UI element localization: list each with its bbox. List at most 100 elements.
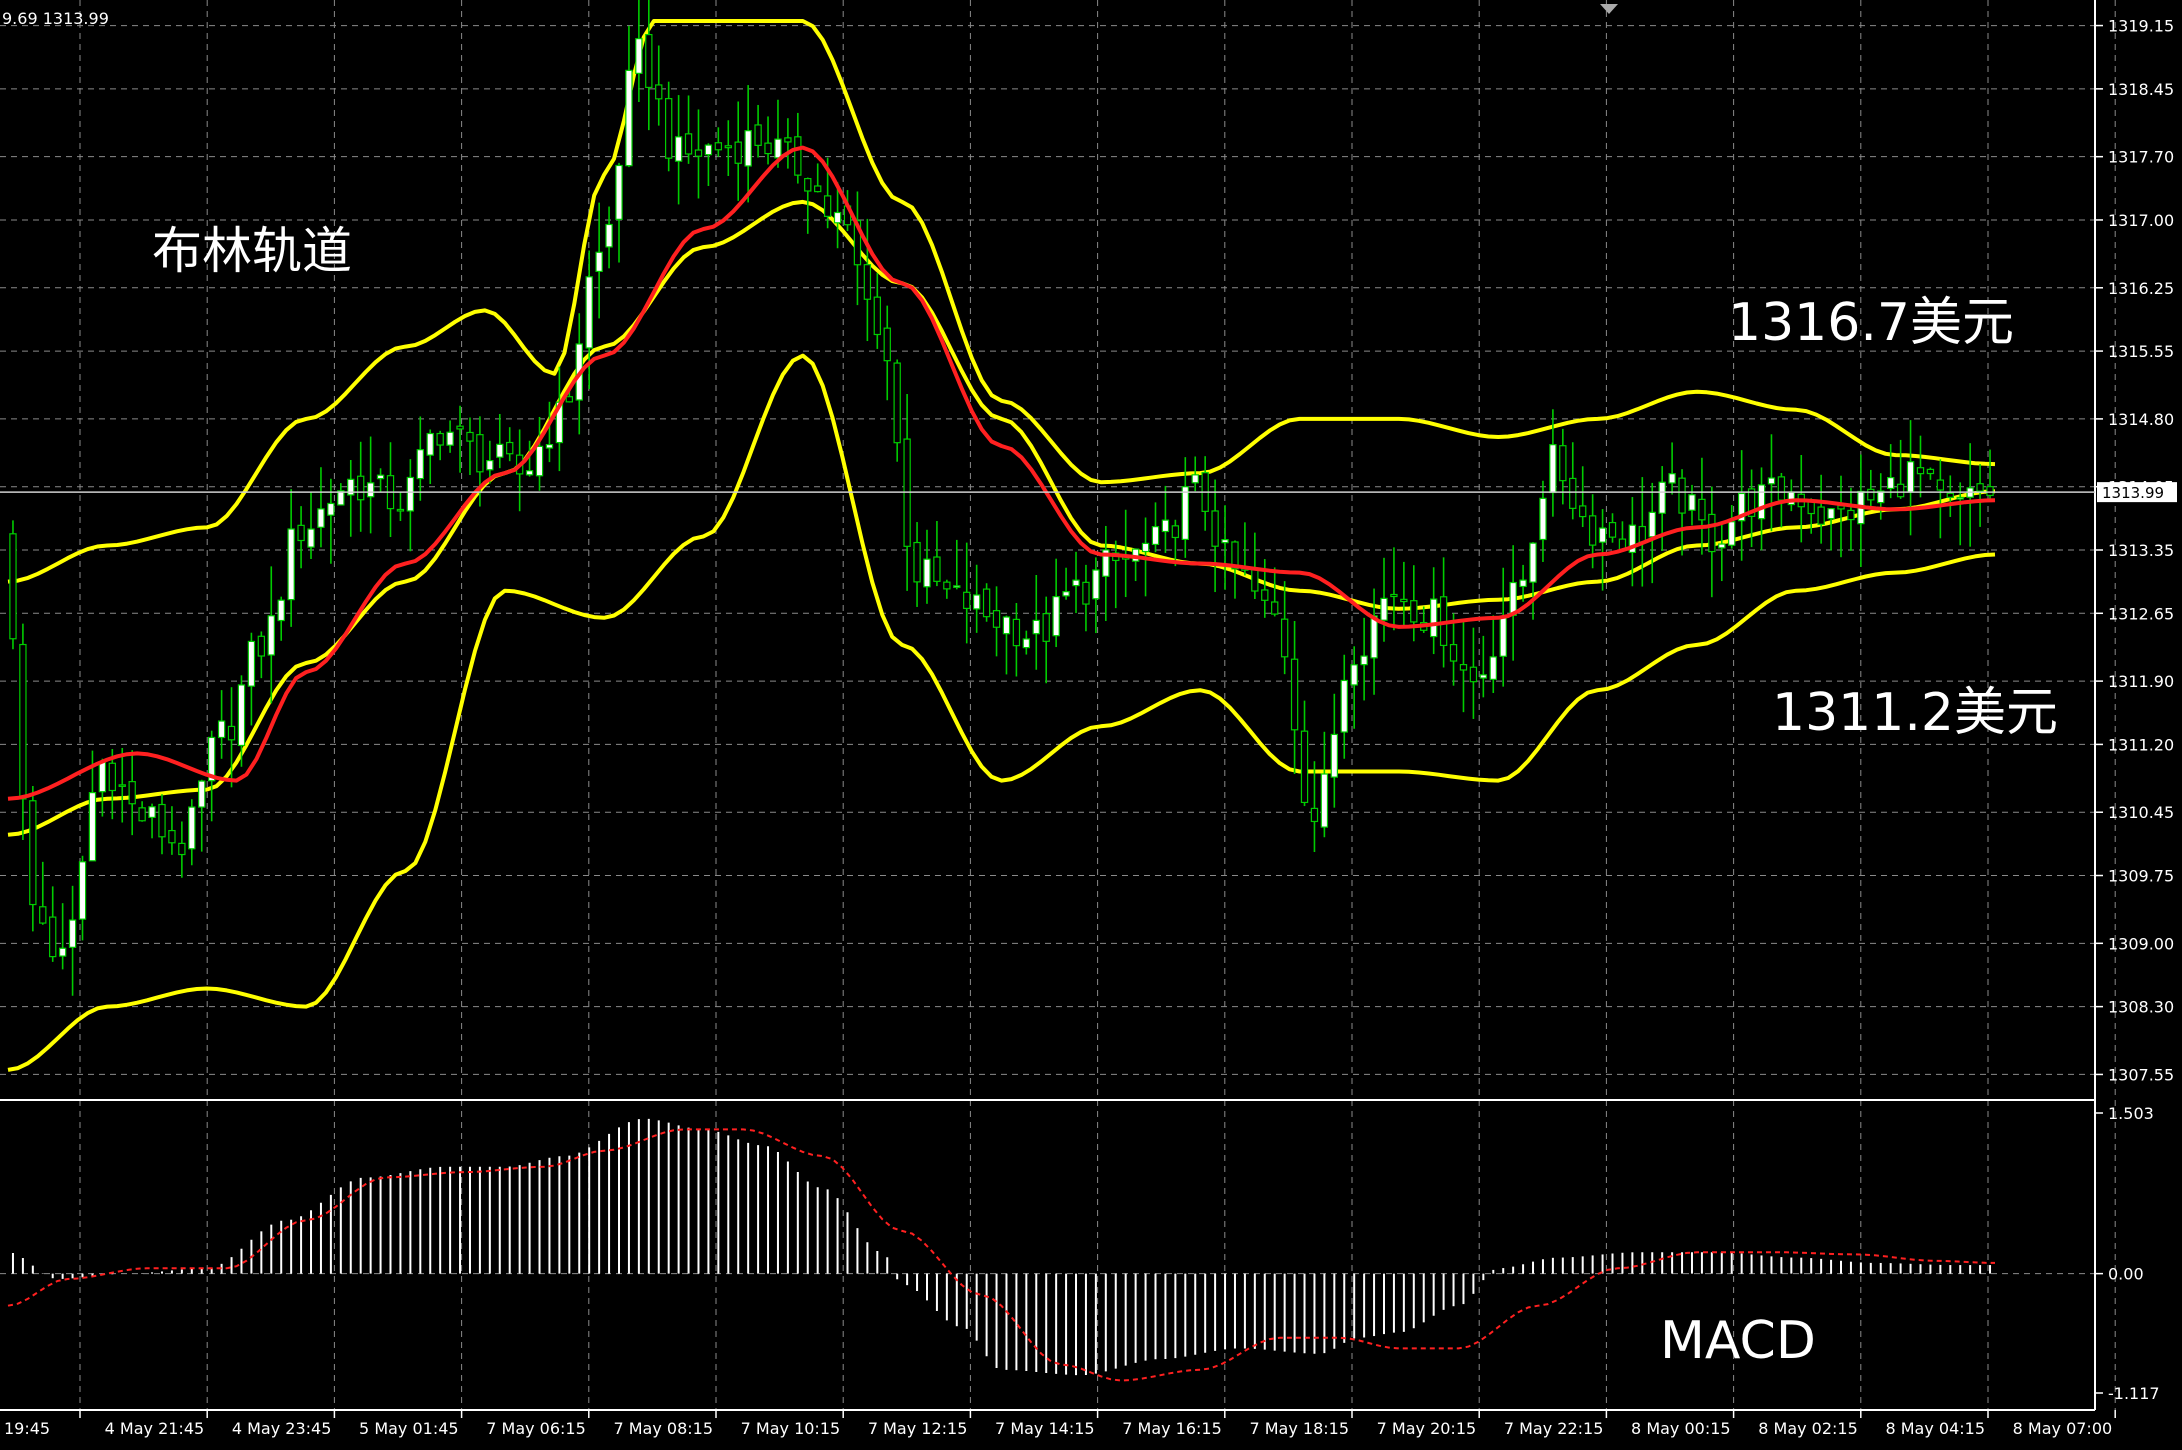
candle-body <box>1549 444 1557 494</box>
candle-body <box>506 441 514 455</box>
macd-tick-label: 0.00 <box>2108 1265 2144 1284</box>
candle-body <box>1946 492 1954 498</box>
time-tick-label: 7 May 14:15 <box>995 1419 1095 1438</box>
candle-body <box>1976 483 1984 492</box>
price-tick-label: 1311.90 <box>2108 672 2174 691</box>
candle-body <box>794 136 802 176</box>
candle-body <box>893 362 901 444</box>
candle-body <box>9 533 17 640</box>
candle-body <box>1330 733 1339 778</box>
time-tick-label: 7 May 10:15 <box>741 1419 841 1438</box>
candle-body <box>585 276 593 349</box>
candle-body <box>267 615 275 656</box>
candle-body <box>1926 468 1935 475</box>
price-tick-label: 1307.55 <box>2108 1065 2174 1084</box>
candle-body <box>436 432 444 446</box>
candle-body <box>247 640 256 687</box>
candle-body <box>198 780 206 808</box>
candle-body <box>674 136 683 162</box>
candle-body <box>1916 467 1925 475</box>
time-tick-label: 7 May 08:15 <box>613 1419 713 1438</box>
candle-body <box>1579 505 1587 518</box>
candle-body <box>138 807 146 822</box>
candle-body <box>1847 509 1855 521</box>
candle-body <box>635 38 643 74</box>
candle-body <box>913 541 921 583</box>
candle-body <box>863 264 872 300</box>
candle-body <box>1410 600 1418 623</box>
candle-body <box>108 762 116 792</box>
candle-body <box>923 558 931 588</box>
candle-body <box>1688 494 1696 511</box>
candle-body <box>655 84 663 100</box>
candle-body <box>963 591 971 610</box>
candle-body <box>1757 484 1766 520</box>
candle-body <box>1698 498 1706 521</box>
candle-body <box>1449 644 1458 662</box>
candle-body <box>476 434 484 473</box>
candle-body <box>784 137 792 143</box>
candle-body <box>1896 483 1905 498</box>
candle-body <box>1340 679 1348 733</box>
candle-body <box>1052 596 1060 637</box>
candle-body <box>287 528 295 601</box>
candle-body <box>337 490 345 506</box>
candle-body <box>227 725 236 741</box>
candle-body <box>754 124 762 146</box>
candle-body <box>774 138 782 159</box>
macd-tick-label: -1.117 <box>2108 1384 2160 1403</box>
candle-body <box>446 431 454 446</box>
candle-body <box>39 906 47 924</box>
candle-body <box>605 223 613 248</box>
candle-body <box>158 803 166 838</box>
candle-body <box>366 482 375 498</box>
candle-body <box>724 145 732 149</box>
candle-body <box>684 133 693 155</box>
candle-body <box>1777 476 1786 501</box>
price-tick-label: 1315.55 <box>2108 342 2174 361</box>
candle-body <box>982 588 991 618</box>
candle-body <box>744 130 752 167</box>
candle-body <box>625 69 633 167</box>
time-tick-label: 5 May 01:45 <box>359 1419 459 1438</box>
candle-body <box>1221 539 1229 544</box>
candle-body <box>58 947 67 957</box>
price-tick-label: 1309.75 <box>2108 867 2174 886</box>
time-tick-label: 7 May 06:15 <box>486 1419 586 1438</box>
candle-body <box>535 445 544 477</box>
candle-body <box>416 449 424 480</box>
candle-body <box>396 508 405 512</box>
candle-body <box>297 524 305 542</box>
candle-body <box>118 784 126 787</box>
candle-body <box>833 211 842 224</box>
current-price-label: 1313.99 <box>2102 484 2164 502</box>
candle-body <box>1668 473 1676 484</box>
candle-body <box>804 178 812 192</box>
candle-body <box>1022 638 1031 649</box>
candle-body <box>1350 664 1358 686</box>
candle-body <box>1002 616 1011 635</box>
candle-body <box>19 643 27 800</box>
candle-body <box>168 829 176 844</box>
candle-body <box>664 98 673 159</box>
candle-body <box>466 431 474 442</box>
candle-body <box>128 781 136 805</box>
chart-title: 布林轨道 <box>152 222 352 280</box>
price-tick-label: 1310.45 <box>2108 803 2174 822</box>
candle-body <box>1429 598 1438 638</box>
candle-body <box>1072 579 1080 587</box>
candle-body <box>1300 730 1309 804</box>
candle-body <box>1251 568 1259 592</box>
candle-body <box>29 800 37 906</box>
candle-body <box>78 861 87 920</box>
price-tick-label: 1309.00 <box>2108 934 2174 953</box>
time-tick-label: 7 May 16:15 <box>1122 1419 1222 1438</box>
time-tick-label: 8 May 02:15 <box>1758 1419 1858 1438</box>
candle-body <box>1529 542 1537 583</box>
candle-body <box>1718 543 1726 549</box>
candle-body <box>277 599 285 622</box>
price-tick-label: 1312.65 <box>2108 604 2174 623</box>
time-tick-label: 7 May 18:15 <box>1249 1419 1349 1438</box>
candle-body <box>1936 479 1945 491</box>
price-tick-label: 1317.00 <box>2108 211 2174 230</box>
